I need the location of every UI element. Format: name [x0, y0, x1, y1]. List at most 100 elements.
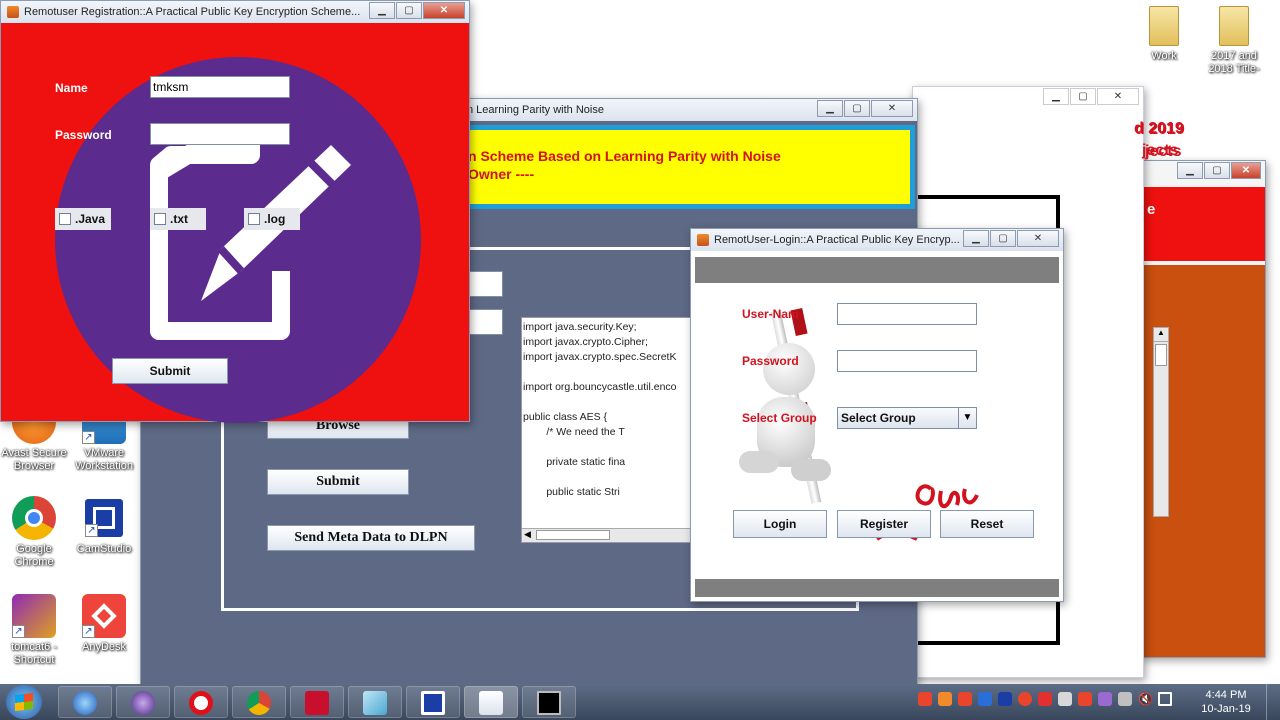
- scrollbar-vertical[interactable]: ▲: [1153, 327, 1169, 517]
- tray-icon-1[interactable]: [918, 692, 932, 706]
- minimize-button[interactable]: ▁: [1177, 162, 1203, 179]
- taskbar-app-ie[interactable]: [58, 686, 112, 718]
- maximize-button[interactable]: ▢: [1070, 88, 1096, 105]
- taskbar: 🔇 4:44 PM 10-Jan-19: [0, 684, 1280, 720]
- code-lines: import java.security.Key; import javax.cr…: [522, 318, 690, 524]
- tray-icon-7[interactable]: [1038, 692, 1052, 706]
- select-group-label: Select Group: [742, 411, 817, 425]
- taskbar-app-editor[interactable]: [348, 686, 402, 718]
- minimize-button[interactable]: ▁: [963, 230, 989, 247]
- close-button[interactable]: ✕: [871, 100, 913, 117]
- desktop-icon-label: AnyDesk: [81, 641, 127, 653]
- scrollbar-horizontal[interactable]: ◀: [522, 528, 690, 542]
- header-title-line1: n Scheme Based on Learning Parity with N…: [468, 148, 781, 164]
- document-edit-icon: [150, 132, 351, 340]
- tray-icon-6[interactable]: [1018, 692, 1032, 706]
- checkbox-box[interactable]: [154, 213, 166, 225]
- clock[interactable]: 4:44 PM 10-Jan-19: [1196, 688, 1256, 716]
- reset-button[interactable]: Reset: [940, 510, 1034, 538]
- start-button[interactable]: [6, 685, 42, 719]
- tray-icon-2[interactable]: [938, 692, 952, 706]
- titlebar[interactable]: Remotuser Registration::A Practical Publ…: [1, 1, 469, 23]
- scroll-up-icon[interactable]: ▲: [1154, 328, 1168, 342]
- titlebar[interactable]: ▁ ▢ ✕: [1141, 161, 1265, 183]
- submit-button[interactable]: Submit: [267, 469, 409, 495]
- name-input[interactable]: tmksm: [150, 76, 290, 98]
- taskbar-app-acrobat[interactable]: [290, 686, 344, 718]
- submit-button[interactable]: Submit: [112, 358, 228, 384]
- password-input[interactable]: [150, 123, 290, 145]
- tray-icon-5[interactable]: [998, 692, 1012, 706]
- desktop-icon-2017-2018-titles[interactable]: 2017 and 2018 Title-: [1198, 6, 1270, 76]
- titlebar[interactable]: ▁ ▢ ✕: [913, 87, 1143, 109]
- login-button[interactable]: Login: [733, 510, 827, 538]
- desktop-icon-tomcat6[interactable]: ↗ tomcat6 - Shortcut: [0, 594, 70, 667]
- window-controls: ▁ ▢ ✕: [1042, 88, 1139, 105]
- taskbar-app-eclipse[interactable]: [116, 686, 170, 718]
- close-button[interactable]: ✕: [1097, 88, 1139, 105]
- send-meta-data-button[interactable]: Send Meta Data to DLPN: [267, 525, 475, 551]
- desktop-icon-anydesk[interactable]: ↗ AnyDesk: [68, 594, 140, 654]
- login-window[interactable]: RemotUser-Login::A Practical Public Key …: [690, 228, 1064, 602]
- tray-icon-11[interactable]: [1118, 692, 1132, 706]
- desktop-icon-work[interactable]: Work: [1128, 6, 1200, 63]
- checkbox-log[interactable]: .log: [244, 208, 300, 230]
- code-line: import java.security.Key;: [523, 321, 637, 333]
- desktop-icon-camstudio[interactable]: ↗ CamStudio: [68, 496, 140, 556]
- checkbox-java[interactable]: .Java: [55, 208, 111, 230]
- tray-icon-4[interactable]: [978, 692, 992, 706]
- java-icon: [479, 691, 503, 715]
- volume-mute-icon[interactable]: 🔇: [1138, 692, 1153, 706]
- window-controls: ▁ ▢ ✕: [1176, 162, 1261, 179]
- register-button[interactable]: Register: [837, 510, 931, 538]
- checkbox-box[interactable]: [59, 213, 71, 225]
- camstudio-icon: [421, 691, 445, 715]
- window-title: n Learning Parity with Noise: [467, 104, 604, 116]
- code-line: import javax.crypto.spec.SecretK: [523, 351, 677, 363]
- shortcut-arrow-icon: ↗: [82, 431, 95, 444]
- taskbar-app-cmd[interactable]: [522, 686, 576, 718]
- desktop-icon-google-chrome[interactable]: Google Chrome: [0, 496, 70, 569]
- maximize-button[interactable]: ▢: [1204, 162, 1230, 179]
- folder-icon: [1149, 6, 1179, 46]
- maximize-button[interactable]: ▢: [844, 100, 870, 117]
- scroll-thumb[interactable]: [1155, 344, 1167, 366]
- show-desktop-button[interactable]: [1266, 684, 1280, 720]
- maximize-button[interactable]: ▢: [396, 2, 422, 19]
- titlebar[interactable]: RemotUser-Login::A Practical Public Key …: [691, 229, 1063, 251]
- scroll-left-icon[interactable]: ◀: [524, 529, 531, 540]
- taskbar-app-opera[interactable]: [174, 686, 228, 718]
- close-button[interactable]: ✕: [1231, 162, 1261, 179]
- desktop-icon-label: 2017 and 2018 Title-: [1208, 50, 1260, 75]
- taskbar-app-chrome[interactable]: [232, 686, 286, 718]
- username-input[interactable]: [837, 303, 977, 325]
- tray-icon-9[interactable]: [1078, 692, 1092, 706]
- maximize-button[interactable]: ▢: [990, 230, 1016, 247]
- checkbox-txt[interactable]: .txt: [150, 208, 206, 230]
- registration-window[interactable]: Remotuser Registration::A Practical Publ…: [0, 0, 470, 423]
- red-banner: e: [1141, 187, 1265, 261]
- checkbox-box[interactable]: [248, 213, 260, 225]
- background-window-orange[interactable]: ▁ ▢ ✕ e ▲: [1140, 160, 1266, 658]
- select-group-dropdown[interactable]: Select Group ▼: [837, 407, 977, 429]
- close-button[interactable]: ✕: [423, 2, 465, 19]
- tray-icon-3[interactable]: [958, 692, 972, 706]
- shortcut-arrow-icon: ↗: [12, 625, 25, 638]
- desktop-icon-label: tomcat6 - Shortcut: [11, 641, 57, 666]
- taskbar-app-camstudio[interactable]: [406, 686, 460, 718]
- taskbar-app-java[interactable]: [464, 686, 518, 718]
- scroll-thumb[interactable]: [536, 530, 610, 540]
- code-text-area[interactable]: import java.security.Key; import javax.cr…: [521, 317, 691, 543]
- tray-icon-8[interactable]: [1058, 692, 1072, 706]
- select-group-value: Select Group: [841, 411, 916, 425]
- network-icon[interactable]: [1158, 692, 1172, 706]
- clock-date: 10-Jan-19: [1201, 703, 1251, 715]
- minimize-button[interactable]: ▁: [1043, 88, 1069, 105]
- password-input[interactable]: [837, 350, 977, 372]
- chevron-down-icon[interactable]: ▼: [958, 408, 976, 428]
- close-button[interactable]: ✕: [1017, 230, 1059, 247]
- minimize-button[interactable]: ▁: [817, 100, 843, 117]
- minimize-button[interactable]: ▁: [369, 2, 395, 19]
- tray-icon-10[interactable]: [1098, 692, 1112, 706]
